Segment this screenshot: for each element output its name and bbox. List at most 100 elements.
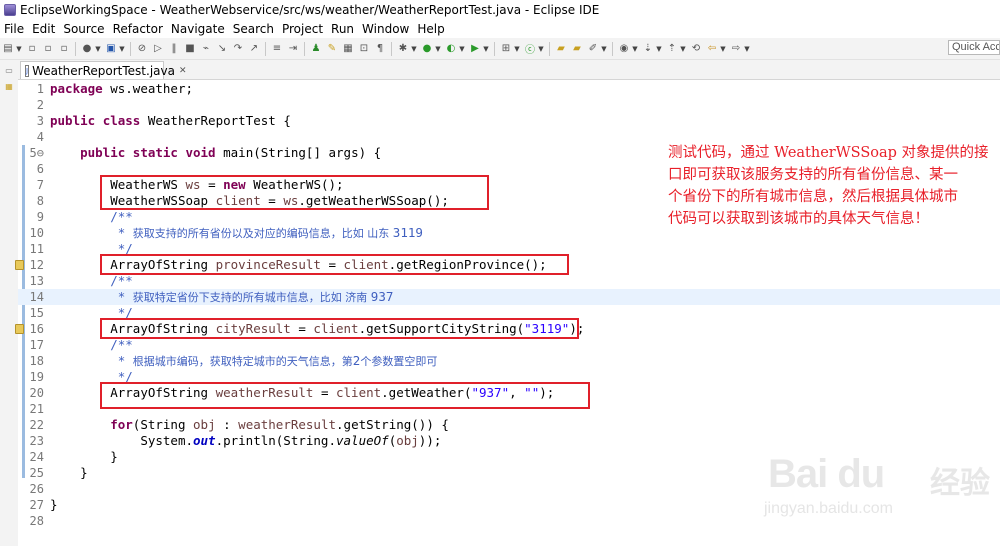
line-number: 15 xyxy=(29,306,44,320)
step-into-icon[interactable]: ↘ xyxy=(215,42,229,56)
menu-refactor[interactable]: Refactor xyxy=(109,22,167,36)
toolbar-separator xyxy=(612,41,613,56)
eclipse-app-icon xyxy=(4,4,16,16)
code-line-22: 22 for(String obj : weatherResult.getStr… xyxy=(18,417,1000,433)
back-dropdown-icon[interactable]: ▼ xyxy=(720,42,726,56)
run-icon[interactable]: ● xyxy=(420,42,434,56)
save-icon[interactable]: ▫ xyxy=(25,42,39,56)
highlight-icon[interactable]: ✎ xyxy=(325,42,339,56)
editor-tab-label: WeatherReportTest.java xyxy=(32,63,175,78)
watermark-url: jingyan.baidu.com xyxy=(764,500,893,517)
back-icon[interactable]: ⇦ xyxy=(705,42,719,56)
show-whitespace-icon[interactable]: ¶ xyxy=(373,42,387,56)
line-number: 24 xyxy=(29,450,44,464)
search-icon[interactable]: ◉ xyxy=(617,42,631,56)
open-type-icon[interactable]: ♟ xyxy=(309,42,323,56)
search-dropdown-icon[interactable]: ▼ xyxy=(632,42,638,56)
line-number: 9 xyxy=(36,210,44,224)
window-title: EclipseWorkingSpace - WeatherWebservice/… xyxy=(20,3,600,17)
close-icon[interactable]: ✕ xyxy=(179,66,187,76)
debug-dropdown-icon[interactable]: ▼ xyxy=(95,42,101,56)
run-dropdown-icon[interactable]: ▼ xyxy=(435,42,441,56)
step-return-icon[interactable]: ↗ xyxy=(247,42,261,56)
suspend-icon[interactable]: ‖ xyxy=(167,42,181,56)
disconnect-icon[interactable]: ⌁ xyxy=(199,42,213,56)
print-icon[interactable]: ▫ xyxy=(57,42,71,56)
baidu-watermark: Bai du 经验 jingyan.baidu.com xyxy=(760,452,1000,546)
wizard-dropdown-icon[interactable]: ▼ xyxy=(601,42,607,56)
menu-window[interactable]: Window xyxy=(358,22,413,36)
line-number: 11 xyxy=(29,242,44,256)
step-over-icon[interactable]: ↷ xyxy=(231,42,245,56)
annotation-text: 测试代码，通过 WeatherWSSoap 对象提供的接 口即可获取该服务支持的… xyxy=(668,145,989,227)
line-number: 19 xyxy=(29,370,44,384)
line-number: 23 xyxy=(29,434,44,448)
highlight-box-city xyxy=(100,318,579,339)
resume-icon[interactable]: ▷ xyxy=(151,42,165,56)
annotation-next-icon[interactable]: ⇣ xyxy=(641,42,655,56)
menu-navigate[interactable]: Navigate xyxy=(167,22,229,36)
editor-tab[interactable]: J WeatherReportTest.java ✕ xyxy=(20,61,187,79)
coverage-icon[interactable]: ◐ xyxy=(444,42,458,56)
external-tools-dropdown-icon[interactable]: ▼ xyxy=(483,42,489,56)
code-line-3: 3 public class WeatherReportTest { xyxy=(18,113,1000,129)
warning-marker-icon[interactable] xyxy=(15,324,24,334)
coverage-dropdown-icon[interactable]: ▼ xyxy=(459,42,465,56)
drop-to-frame-icon[interactable]: ≡ xyxy=(270,42,284,56)
code-line-17: 17 /** xyxy=(18,337,1000,353)
new-class-icon[interactable]: ⓒ xyxy=(523,42,537,56)
wizard-icon[interactable]: ✐ xyxy=(586,42,600,56)
line-number[interactable]: 5⊖ xyxy=(24,145,44,161)
toolbar-separator xyxy=(304,41,305,56)
watermark-brand: Bai du xyxy=(768,452,885,496)
block-selection-icon[interactable]: ⊡ xyxy=(357,42,371,56)
highlight-box-client-init xyxy=(100,175,489,210)
new-java-project-dropdown-icon[interactable]: ▼ xyxy=(514,42,520,56)
forward-icon[interactable]: ⇨ xyxy=(729,42,743,56)
terminate-icon[interactable]: ■ xyxy=(183,42,197,56)
new-class-dropdown-icon[interactable]: ▼ xyxy=(538,42,544,56)
annotation-prev-icon[interactable]: ⇡ xyxy=(665,42,679,56)
menu-bar: File Edit Source Refactor Navigate Searc… xyxy=(0,20,1000,38)
line-number: 7 xyxy=(36,178,44,192)
quick-access-field[interactable]: Quick Access xyxy=(948,40,1000,55)
menu-edit[interactable]: Edit xyxy=(28,22,59,36)
terminal-icon[interactable]: ▣ xyxy=(104,42,118,56)
last-edit-icon[interactable]: ⟲ xyxy=(689,42,703,56)
debug-run-icon[interactable]: ✱ xyxy=(396,42,410,56)
forward-dropdown-icon[interactable]: ▼ xyxy=(744,42,750,56)
open-folder-icon[interactable]: ▰ xyxy=(554,42,568,56)
use-step-filters-icon[interactable]: ⇥ xyxy=(286,42,300,56)
editor-tab-strip: J WeatherReportTest.java ✕ xyxy=(18,60,1000,79)
highlight-box-weather xyxy=(100,382,590,409)
menu-search[interactable]: Search xyxy=(229,22,278,36)
toolbar-separator xyxy=(75,41,76,56)
menu-project[interactable]: Project xyxy=(278,22,327,36)
new-java-project-icon[interactable]: ⊞ xyxy=(499,42,513,56)
new-dropdown-icon[interactable]: ▼ xyxy=(16,42,22,56)
mark-occurrences-icon[interactable]: ▦ xyxy=(341,42,355,56)
warning-marker-icon[interactable] xyxy=(15,260,24,270)
open-task-icon[interactable]: ▰ xyxy=(570,42,584,56)
skip-breakpoints-icon[interactable]: ⊘ xyxy=(135,42,149,56)
menu-source[interactable]: Source xyxy=(59,22,108,36)
line-number: 10 xyxy=(29,226,44,240)
menu-run[interactable]: Run xyxy=(327,22,358,36)
package-explorer-icon[interactable]: ▦ xyxy=(4,82,14,92)
annotation-prev-dropdown-icon[interactable]: ▼ xyxy=(680,42,686,56)
highlight-box-province xyxy=(100,254,569,275)
new-icon[interactable]: ▤ xyxy=(1,42,15,56)
restore-icon[interactable]: ▭ xyxy=(4,66,14,76)
menu-file[interactable]: File xyxy=(0,22,28,36)
line-number: 16 xyxy=(29,322,44,336)
debug-icon[interactable]: ● xyxy=(80,42,94,56)
debug-run-dropdown-icon[interactable]: ▼ xyxy=(411,42,417,56)
annotation-next-dropdown-icon[interactable]: ▼ xyxy=(656,42,662,56)
line-number: 13 xyxy=(29,274,44,288)
external-tools-icon[interactable]: ▶ xyxy=(468,42,482,56)
terminal-dropdown-icon[interactable]: ▼ xyxy=(119,42,125,56)
menu-help[interactable]: Help xyxy=(413,22,448,36)
save-all-icon[interactable]: ▫ xyxy=(41,42,55,56)
line-number: 26 xyxy=(29,482,44,496)
java-file-icon: J xyxy=(25,64,30,77)
